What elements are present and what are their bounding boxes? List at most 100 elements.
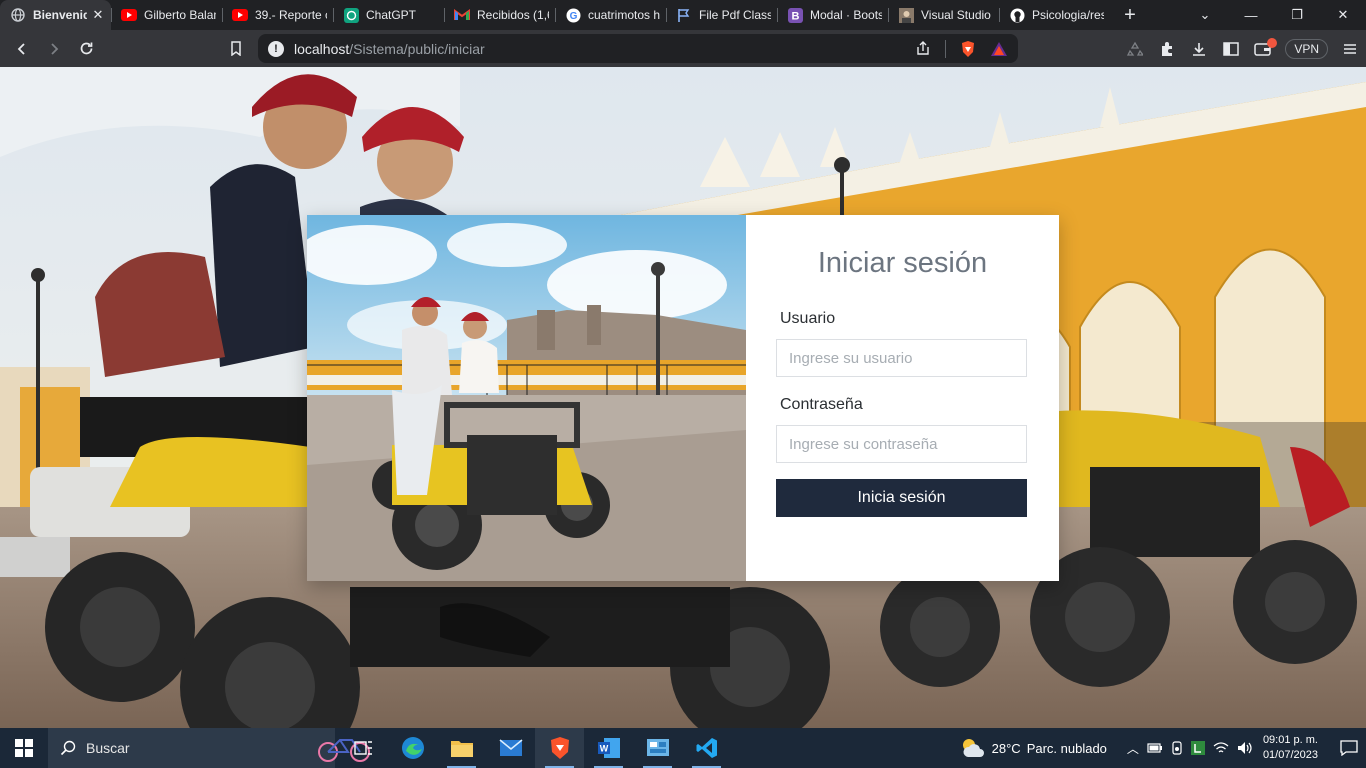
new-tab-button[interactable]: + [1110,0,1150,30]
browser-toolbar: ! localhost/Sistema/public/iniciar VPN [0,30,1366,67]
bookmark-button[interactable] [220,35,252,63]
login-title: Iniciar sesión [817,247,988,279]
back-button[interactable] [6,35,38,63]
tab-google-search[interactable]: G cuatrimotos h [555,0,666,30]
weather-description: Parc. nublado [1026,740,1107,756]
mail-app[interactable] [486,728,535,768]
flag-icon [676,7,692,23]
tab-search-icon[interactable]: ⌄ [1182,7,1228,23]
login-form: Iniciar sesión Usuario Contraseña Inicia… [746,215,1059,581]
vpn-button[interactable]: VPN [1285,38,1328,59]
taskbar-search[interactable]: Buscar [48,728,370,768]
vscode-icon [696,738,717,758]
url-text[interactable]: localhost/Sistema/public/iniciar [294,41,485,57]
chatgpt-icon [343,7,359,23]
windows-logo-icon [15,739,33,757]
partly-cloudy-icon [962,739,984,757]
tab-title: Recibidos (1,6 [477,8,549,22]
username-input[interactable] [776,339,1027,377]
edge-app[interactable] [388,728,437,768]
sidebar-icon[interactable] [1215,41,1247,56]
tab-title: cuatrimotos h [588,8,660,22]
youtube-icon [121,7,137,23]
tab-title: Bienvenid [33,8,87,22]
extensions-icon[interactable] [1151,41,1183,57]
tab-title: Visual Studio [921,8,991,22]
control-panel-app[interactable] [633,728,682,768]
reload-icon [80,42,92,55]
password-input[interactable] [776,425,1027,463]
bootstrap-icon: B [787,7,803,23]
minimize-button[interactable]: — [1228,8,1274,23]
svg-text:B: B [791,10,799,22]
site-info-icon[interactable]: ! [268,40,284,57]
control-panel-icon [646,739,669,756]
restore-button[interactable]: ❐ [1274,7,1320,23]
tab-file-pdf[interactable]: File Pdf Classi [666,0,777,30]
app-tray-icon[interactable] [1190,741,1205,755]
tab-title: Gilberto Balam [144,8,216,22]
battery-icon[interactable] [1147,743,1163,753]
download-icon[interactable] [1183,41,1215,57]
word-app[interactable]: W [584,728,633,768]
login-hero-image [307,215,746,581]
notification-center-button[interactable] [1332,740,1366,756]
tab-gilberto-balam[interactable]: Gilberto Balam [111,0,222,30]
tab-bienvenido[interactable]: Bienvenid ✕ [0,0,111,30]
file-explorer-app[interactable] [437,728,486,768]
tab-bootstrap-modal[interactable]: B Modal · Boots [777,0,888,30]
windows-taskbar: Buscar W 28°C Parc. nublado ︿ 09:01 p. m… [0,728,1366,768]
search-placeholder: Buscar [86,740,130,756]
vscode-app[interactable] [682,728,731,768]
brave-shields-icon[interactable] [960,40,976,58]
close-tab-icon[interactable]: ✕ [91,7,105,23]
tab-github[interactable]: Psicologia/res [999,0,1110,30]
address-bar[interactable]: ! localhost/Sistema/public/iniciar [258,34,1018,63]
recycle-icon[interactable] [1119,41,1151,57]
chevron-up-icon[interactable]: ︿ [1127,740,1139,757]
usb-device-icon[interactable] [1171,741,1183,755]
login-submit-button[interactable]: Inicia sesión [776,479,1027,517]
forward-arrow-icon [51,42,59,55]
tab-gmail[interactable]: Recibidos (1,6 [444,0,555,30]
reload-button[interactable] [70,35,102,63]
wallet-icon[interactable] [1247,37,1279,56]
brave-rewards-icon[interactable] [990,41,1008,57]
tab-title: ChatGPT [366,8,417,22]
task-view-icon [353,741,372,755]
password-label: Contraseña [780,396,863,413]
svg-text:W: W [599,744,608,754]
start-button[interactable] [0,728,48,768]
tab-reporte[interactable]: 39.- Reporte c [222,0,333,30]
volume-icon[interactable] [1237,741,1253,755]
login-card: Iniciar sesión Usuario Contraseña Inicia… [307,215,1059,581]
notification-icon [1340,740,1358,756]
system-clock[interactable]: 09:01 p. m. 01/07/2023 [1263,733,1318,763]
tab-title: 39.- Reporte c [255,8,327,22]
mail-icon [498,739,523,756]
task-view-button[interactable] [339,728,388,768]
clock-time: 09:01 p. m. [1262,734,1318,746]
forward-button[interactable] [38,35,70,63]
gmail-icon [454,7,470,23]
share-icon[interactable] [915,41,931,56]
brave-app[interactable] [535,728,584,768]
back-arrow-icon [17,42,25,55]
svg-text:G: G [569,11,577,22]
google-icon: G [565,7,581,23]
weather-widget[interactable]: 28°C Parc. nublado [960,737,1107,759]
temperature: 28°C [991,740,1021,756]
close-window-button[interactable]: ✕ [1320,7,1366,23]
url-host: localhost [294,40,350,57]
username-label: Usuario [780,310,836,327]
tab-title: File Pdf Classi [699,8,771,22]
tab-visual-studio[interactable]: Visual Studio [888,0,999,30]
page-viewport: Iniciar sesión Usuario Contraseña Inicia… [0,67,1366,728]
brave-icon [550,737,569,759]
youtube-icon [232,7,248,23]
tab-chatgpt[interactable]: ChatGPT [333,0,444,30]
wifi-icon[interactable] [1213,742,1229,754]
search-icon [60,740,76,756]
globe-icon [10,7,26,23]
menu-icon[interactable] [1334,42,1366,56]
